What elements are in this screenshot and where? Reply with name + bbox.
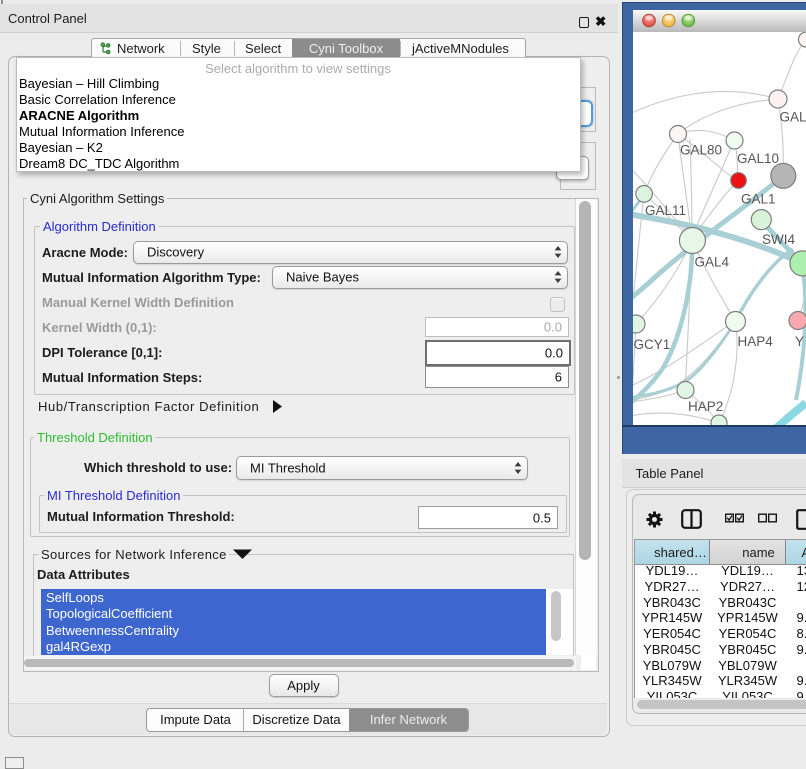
svg-text:SWI4: SWI4 xyxy=(762,232,795,247)
svg-text:GAL10: GAL10 xyxy=(737,151,779,166)
svg-text:GCY1: GCY1 xyxy=(634,337,671,352)
svg-text:HAP2: HAP2 xyxy=(688,399,723,414)
svg-text:Y: Y xyxy=(795,334,804,349)
svg-text:HAP4: HAP4 xyxy=(738,334,774,349)
svg-text:GAL7: GAL7 xyxy=(780,110,806,125)
svg-text:GAL1: GAL1 xyxy=(741,192,776,207)
svg-text:GAL11: GAL11 xyxy=(645,203,686,218)
svg-text:GAL80: GAL80 xyxy=(680,143,722,158)
svg-text:GAL4: GAL4 xyxy=(695,255,730,270)
